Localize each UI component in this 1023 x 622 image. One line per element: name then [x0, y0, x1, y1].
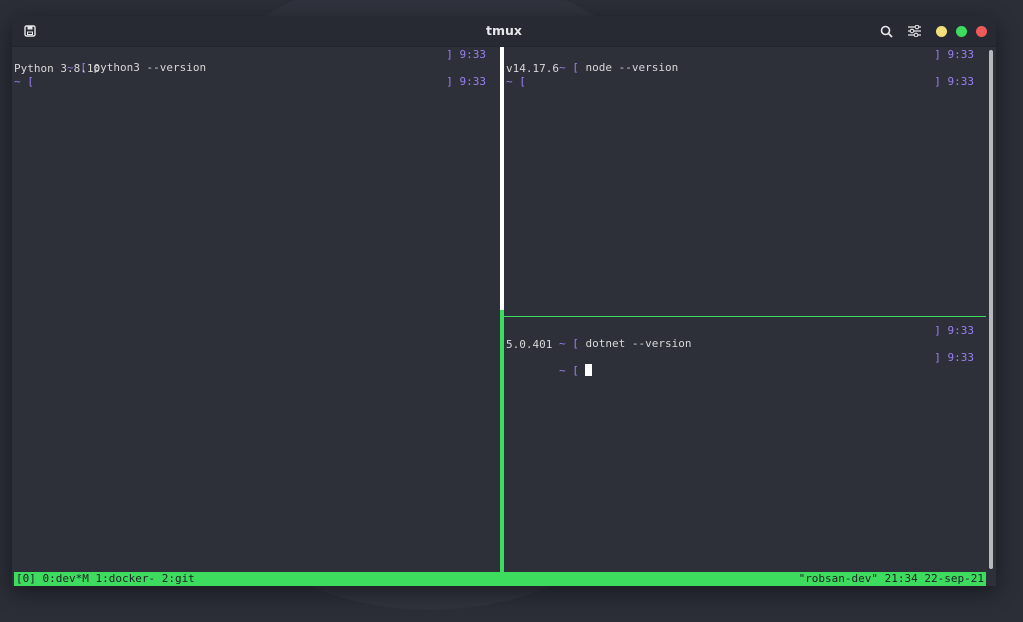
command-text: python3 --version: [86, 61, 207, 74]
scrollbar-thumb[interactable]: [989, 50, 993, 569]
prompt-marker: ~ [: [14, 75, 34, 88]
prompt-time: ] 9:33: [934, 351, 974, 364]
pane-divider-horizontal-active[interactable]: [504, 316, 986, 317]
pane-divider-vertical-active[interactable]: [500, 310, 504, 572]
session-info: "robsan-dev" 21:34 22-sep-21: [798, 572, 984, 585]
save-icon[interactable]: [20, 16, 40, 46]
prompt-time: ] 9:33: [934, 48, 974, 61]
prompt-time: ] 9:33: [446, 48, 486, 61]
prompt-marker: ~ [: [558, 364, 579, 377]
command-text: node --version: [578, 61, 679, 74]
window-list[interactable]: [0] 0:dev*M 1:docker- 2:git: [16, 572, 195, 586]
command-output: v14.17.6: [506, 62, 559, 75]
pane-divider-vertical[interactable]: [500, 47, 504, 310]
prompt-time: ] 9:33: [446, 75, 486, 88]
close-button[interactable]: [976, 26, 987, 37]
sliders-icon[interactable]: [904, 16, 924, 46]
search-icon[interactable]: [876, 16, 896, 46]
prompt-time: ] 9:33: [934, 75, 974, 88]
pane-top-right[interactable]: ~ [ node --version ] 9:33 v14.17.6 ~ [ ]…: [504, 47, 986, 316]
command-line: ~ [ dotnet --version: [506, 324, 691, 350]
prompt-marker: ~ [: [558, 61, 579, 74]
prompt-marker: ~ [: [558, 337, 579, 350]
pane-left[interactable]: ~ [ python3 --version ] 9:33 Python 3.8.…: [12, 47, 500, 572]
tmux-status-bar: [0] 0:dev*M 1:docker- 2:git "robsan-dev"…: [14, 572, 986, 586]
window-title: tmux: [486, 23, 522, 38]
command-text: dotnet --version: [578, 337, 692, 350]
maximize-button[interactable]: [956, 26, 967, 37]
title-bar[interactable]: tmux: [12, 16, 996, 47]
command-output: Python 3.8.10: [14, 62, 101, 75]
pane-bottom-right[interactable]: ~ [ dotnet --version ] 9:33 5.0.401 ~ [ …: [504, 317, 986, 572]
active-prompt-line[interactable]: ~ [: [506, 351, 593, 377]
command-line: ~ [ python3 --version: [14, 48, 206, 74]
prompt-time: ] 9:33: [934, 324, 974, 337]
tmux-session[interactable]: ~ [ python3 --version ] 9:33 Python 3.8.…: [12, 47, 996, 586]
minimize-button[interactable]: [936, 26, 947, 37]
scrollbar[interactable]: [986, 47, 996, 586]
command-output: 5.0.401: [506, 338, 553, 351]
text-cursor: [585, 364, 593, 376]
terminal-window: tmux ~ [ python3 --version] 9:33 Python…: [12, 16, 996, 586]
prompt-marker: ~ [: [506, 75, 526, 88]
command-line: ~ [ node --version: [506, 48, 678, 74]
